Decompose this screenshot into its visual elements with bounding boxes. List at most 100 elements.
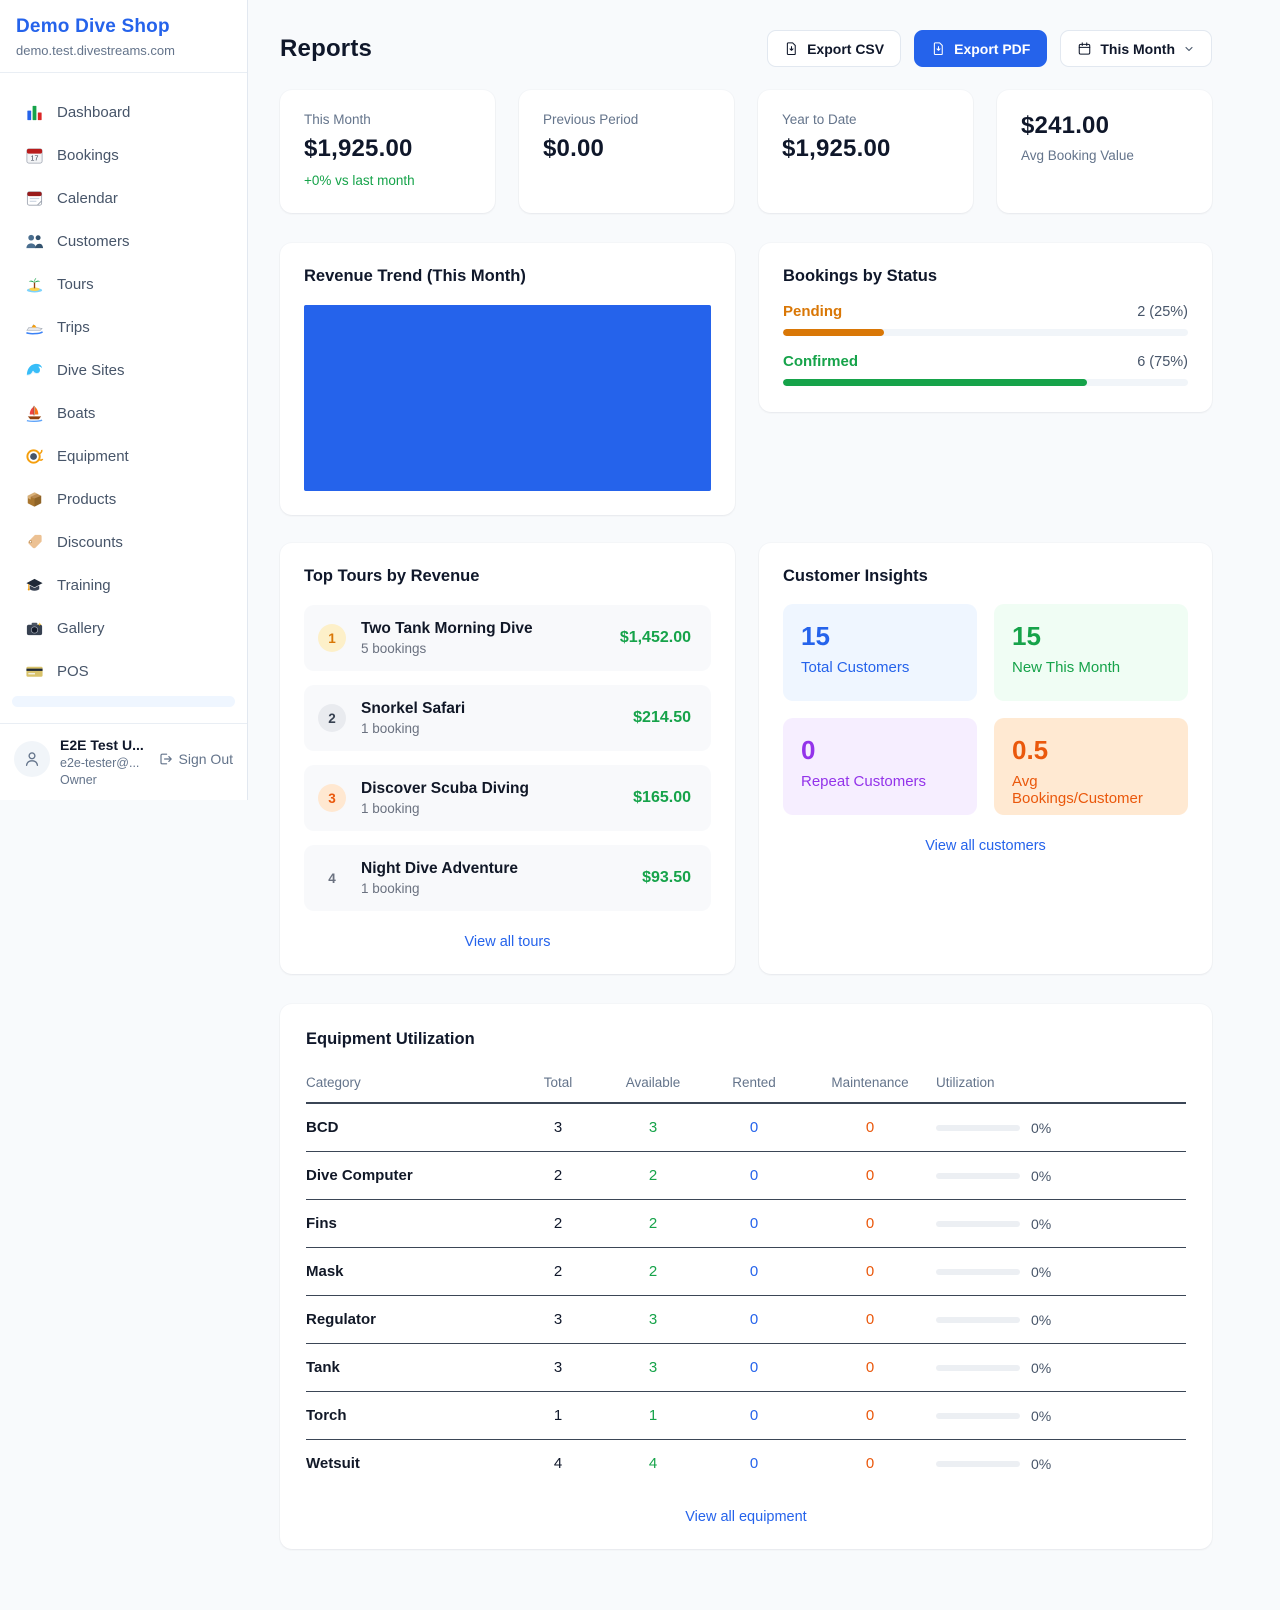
sidebar-item-label: POS (57, 663, 89, 680)
cell-total: 3 (514, 1119, 602, 1136)
chevron-down-icon (1183, 43, 1195, 55)
calendar-icon (1077, 41, 1092, 56)
tour-info: Night Dive Adventure 1 booking (361, 860, 518, 896)
utilization-pct: 0% (1031, 1120, 1051, 1136)
cell-total: 2 (514, 1215, 602, 1232)
stat-label: Avg Booking Value (1021, 148, 1188, 163)
tour-bookings: 1 booking (361, 721, 465, 736)
utilization-pct: 0% (1031, 1264, 1051, 1280)
utilization-bar-track (936, 1125, 1020, 1131)
table-row: Regulator 3 3 0 0 0% (306, 1295, 1186, 1343)
sidebar-item-gallery[interactable]: Gallery (0, 607, 247, 650)
cell-category: Fins (306, 1215, 514, 1232)
cell-rented: 0 (704, 1455, 804, 1472)
cell-total: 2 (514, 1167, 602, 1184)
cell-category: Mask (306, 1263, 514, 1280)
export-pdf-button[interactable]: Export PDF (914, 30, 1047, 67)
tile-total-customers: 15 Total Customers (783, 604, 977, 701)
sidebar-nav: Dashboard 17 Bookings Calendar Customers… (0, 73, 247, 723)
tour-revenue: $214.50 (633, 709, 691, 727)
sidebar-item-bookings[interactable]: 17 Bookings (0, 134, 247, 177)
cell-category: Regulator (306, 1311, 514, 1328)
view-all-tours-link[interactable]: View all tours (304, 934, 711, 950)
utilization-bar-track (936, 1221, 1020, 1227)
utilization-pct: 0% (1031, 1408, 1051, 1424)
sidebar-item-dive-sites[interactable]: Dive Sites (0, 349, 247, 392)
sidebar-item-trips[interactable]: Trips (0, 306, 247, 349)
status-bar-fill (783, 379, 1087, 386)
tile-label: Total Customers (801, 659, 959, 676)
svg-text:17: 17 (31, 155, 39, 163)
cell-utilization: 0% (936, 1168, 1186, 1184)
user-email: e2e-tester@... (60, 756, 144, 770)
tour-revenue: $93.50 (642, 869, 691, 887)
rank-badge: 1 (318, 624, 346, 652)
page-title: Reports (280, 35, 372, 63)
sidebar-item-tours[interactable]: Tours (0, 263, 247, 306)
user-role: Owner (60, 773, 144, 787)
status-label: Pending (783, 303, 842, 320)
tour-revenue: $1,452.00 (620, 629, 691, 647)
utilization-bar-track (936, 1173, 1020, 1179)
rank-badge: 3 (318, 784, 346, 812)
sidebar-item-reports-active[interactable] (12, 696, 235, 707)
cell-available: 4 (602, 1455, 704, 1472)
status-row-pending: Pending 2 (25%) (783, 303, 1188, 336)
user-info: E2E Test U... e2e-tester@... Owner (60, 737, 144, 787)
insight-tiles: 15 Total Customers 15 New This Month 0 R… (783, 604, 1188, 815)
cell-rented: 0 (704, 1407, 804, 1424)
bookings-by-status-title: Bookings by Status (783, 267, 1188, 286)
sidebar-item-dashboard[interactable]: Dashboard (0, 91, 247, 134)
export-csv-label: Export CSV (807, 41, 884, 57)
export-csv-button[interactable]: Export CSV (767, 30, 901, 67)
stat-value: $241.00 (1021, 112, 1188, 140)
cell-rented: 0 (704, 1215, 804, 1232)
stat-label: This Month (304, 112, 471, 127)
view-all-customers-link[interactable]: View all customers (783, 838, 1188, 854)
view-all-equipment-link[interactable]: View all equipment (306, 1509, 1186, 1525)
table-row: Torch 1 1 0 0 0% (306, 1391, 1186, 1439)
stat-card-avg-booking-value: $241.00 Avg Booking Value (997, 90, 1212, 213)
cell-category: Dive Computer (306, 1167, 514, 1184)
top-tours-card: Top Tours by Revenue 1 Two Tank Morning … (280, 543, 735, 974)
cell-category: Wetsuit (306, 1455, 514, 1472)
charts-row: Revenue Trend (This Month) Bookings by S… (280, 243, 1212, 515)
stat-value: $0.00 (543, 135, 710, 163)
period-selector-label: This Month (1100, 41, 1175, 57)
cell-rented: 0 (704, 1359, 804, 1376)
export-pdf-label: Export PDF (954, 41, 1030, 57)
column-header: Total (514, 1075, 602, 1090)
tour-name: Two Tank Morning Dive (361, 620, 533, 638)
sidebar-item-products[interactable]: Products (0, 478, 247, 521)
cell-available: 2 (602, 1263, 704, 1280)
utilization-pct: 0% (1031, 1168, 1051, 1184)
sidebar-item-label: Bookings (57, 147, 119, 164)
status-row-confirmed: Confirmed 6 (75%) (783, 353, 1188, 386)
cell-utilization: 0% (936, 1360, 1186, 1376)
cell-total: 3 (514, 1311, 602, 1328)
sidebar-item-pos[interactable]: POS (0, 650, 247, 693)
sidebar-item-label: Dive Sites (57, 362, 125, 379)
cell-rented: 0 (704, 1311, 804, 1328)
top-tours-title: Top Tours by Revenue (304, 567, 711, 586)
sidebar-item-calendar[interactable]: Calendar (0, 177, 247, 220)
period-selector[interactable]: This Month (1060, 30, 1212, 67)
bookings-by-status-card: Bookings by Status Pending 2 (25%) Confi… (759, 243, 1212, 412)
sidebar-item-label: Training (57, 577, 111, 594)
sidebar-item-equipment[interactable]: Equipment (0, 435, 247, 478)
sidebar-item-boats[interactable]: Boats (0, 392, 247, 435)
sidebar-item-discounts[interactable]: Discounts (0, 521, 247, 564)
tile-new-this-month: 15 New This Month (994, 604, 1188, 701)
sidebar-item-customers[interactable]: Customers (0, 220, 247, 263)
tour-name: Snorkel Safari (361, 700, 465, 718)
wave-icon (25, 361, 44, 380)
cell-maintenance: 0 (804, 1407, 936, 1424)
status-bar-track (783, 329, 1188, 336)
utilization-bar-track (936, 1461, 1020, 1467)
tour-name: Discover Scuba Diving (361, 780, 529, 798)
stat-label: Previous Period (543, 112, 710, 127)
tile-value: 0.5 (1012, 735, 1170, 766)
sidebar-item-training[interactable]: Training (0, 564, 247, 607)
package-icon (25, 490, 44, 509)
sign-out-button[interactable]: Sign Out (157, 751, 233, 767)
